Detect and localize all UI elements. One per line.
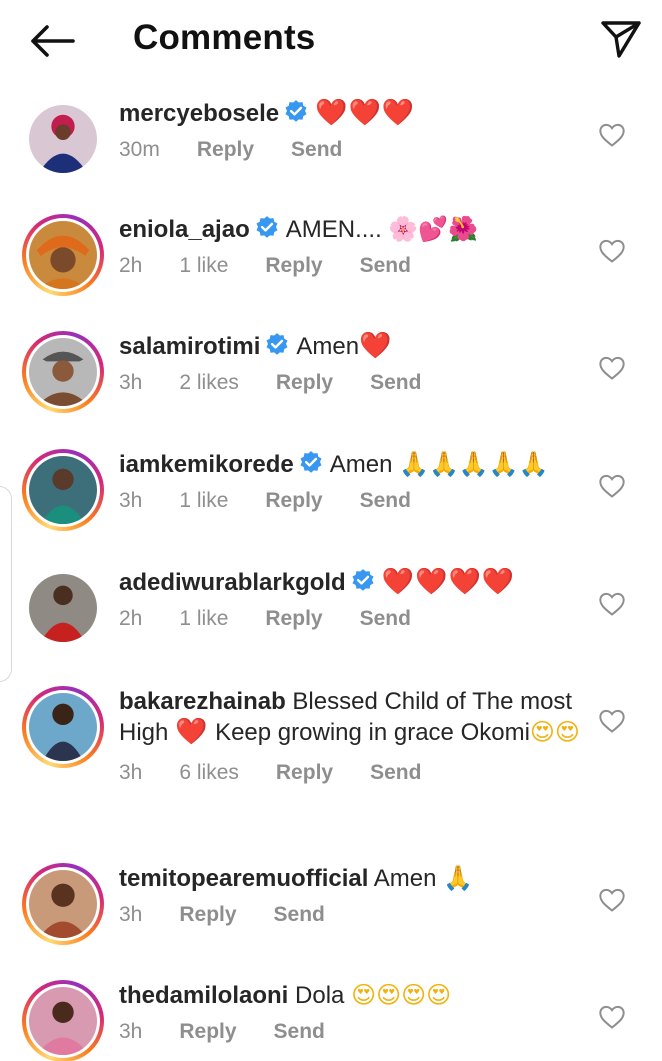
reply-button[interactable]: Reply xyxy=(276,761,333,785)
comment-body-continued: Keep growing in grace Okomi xyxy=(215,719,530,746)
send-button[interactable]: Send xyxy=(360,607,411,631)
comments-screen: Comments mercyebosele ❤️❤️❤️ 30m Reply Se… xyxy=(0,0,662,1061)
avatar[interactable] xyxy=(22,214,104,296)
comment-meta: 3h 6 likes Reply Send xyxy=(119,761,592,785)
reply-button[interactable]: Reply xyxy=(265,607,322,631)
comment-likes[interactable]: 1 like xyxy=(179,489,228,513)
send-button[interactable]: Send xyxy=(360,489,411,513)
comment-text: bakarezhainab Blessed Child of The most … xyxy=(119,686,592,748)
reply-button[interactable]: Reply xyxy=(276,371,333,395)
comment-text: iamkemikorede Amen 🙏🙏🙏🙏🙏 xyxy=(119,449,592,480)
comment-meta: 3h Reply Send xyxy=(119,903,592,927)
share-button[interactable] xyxy=(598,16,644,62)
heart-outline-icon[interactable] xyxy=(598,1004,626,1030)
comment-time: 3h xyxy=(119,371,143,394)
comment-body: Amen xyxy=(296,333,360,360)
comment-username[interactable]: thedamilolaoni xyxy=(119,982,288,1009)
verified-badge-icon xyxy=(285,100,307,122)
comment-username[interactable]: mercyebosele xyxy=(119,100,279,127)
send-button[interactable]: Send xyxy=(291,138,342,162)
verified-badge-icon xyxy=(266,333,288,355)
verified-badge-icon xyxy=(352,569,374,591)
comment-emoji: ❤️❤️❤️ xyxy=(315,98,416,128)
avatar[interactable] xyxy=(22,331,104,413)
comment-meta: 3h 1 like Reply Send xyxy=(119,489,592,513)
comment-meta: 2h 1 like Reply Send xyxy=(119,254,592,278)
reply-button[interactable]: Reply xyxy=(265,489,322,513)
comment-time: 3h xyxy=(119,903,143,926)
top-bar: Comments xyxy=(0,0,662,80)
comment-time: 3h xyxy=(119,1020,143,1043)
comment-text: thedamilolaoni Dola 😍😍😍😍 xyxy=(119,980,592,1011)
heart-outline-icon[interactable] xyxy=(598,708,626,734)
comment-text: adediwurablarkgold ❤️❤️❤️❤️ xyxy=(119,567,592,598)
comment-time: 30m xyxy=(119,138,160,161)
comment-likes[interactable]: 2 likes xyxy=(179,371,239,395)
comment-text: salamirotimi Amen❤️ xyxy=(119,331,592,362)
page-title: Comments xyxy=(133,18,316,57)
comment-body: Amen xyxy=(373,865,437,892)
avatar[interactable] xyxy=(22,449,104,531)
comment-likes[interactable]: 6 likes xyxy=(179,761,239,785)
comment-emoji: ❤️❤️❤️❤️ xyxy=(381,567,516,597)
comment-username[interactable]: eniola_ajao xyxy=(119,216,250,243)
comment-meta: 3h Reply Send xyxy=(119,1020,592,1044)
comment-time: 3h xyxy=(119,761,143,784)
reply-button[interactable]: Reply xyxy=(179,903,236,927)
send-button[interactable]: Send xyxy=(360,254,411,278)
comment-time: 2h xyxy=(119,607,143,630)
comment-body: AMEN.... xyxy=(285,216,382,243)
comment-emoji: 🌸💕🌺 xyxy=(388,215,479,243)
comment-emoji: ❤️ xyxy=(359,331,393,361)
send-button[interactable]: Send xyxy=(274,903,325,927)
heart-outline-icon[interactable] xyxy=(598,473,626,499)
comment-likes[interactable]: 1 like xyxy=(179,254,228,278)
reply-button[interactable]: Reply xyxy=(197,138,254,162)
comment-emoji: 😍😍😍😍 xyxy=(351,981,452,1009)
comment-time: 2h xyxy=(119,254,143,277)
heart-outline-icon[interactable] xyxy=(598,591,626,617)
avatar[interactable] xyxy=(22,863,104,945)
comment-username[interactable]: temitopearemuofficial xyxy=(119,865,368,892)
arrow-left-icon xyxy=(31,25,75,57)
comment-time: 3h xyxy=(119,489,143,512)
comment-username[interactable]: bakarezhainab xyxy=(119,688,286,715)
reply-button[interactable]: Reply xyxy=(265,254,322,278)
heart-outline-icon[interactable] xyxy=(598,238,626,264)
comment-emoji: ❤️ xyxy=(175,717,209,747)
comment-emoji: 🙏🙏🙏🙏🙏 xyxy=(399,450,549,478)
send-button[interactable]: Send xyxy=(370,761,421,785)
reply-button[interactable]: Reply xyxy=(179,1020,236,1044)
avatar[interactable] xyxy=(22,686,104,768)
avatar[interactable] xyxy=(22,98,104,180)
comment-emoji-end: 😍😍 xyxy=(529,718,580,746)
send-button[interactable]: Send xyxy=(274,1020,325,1044)
comment-body: Amen xyxy=(329,451,393,478)
comment-emoji: 🙏 xyxy=(443,864,473,892)
comment-meta: 2h 1 like Reply Send xyxy=(119,607,592,631)
comment-username[interactable]: iamkemikorede xyxy=(119,451,294,478)
comment-likes[interactable]: 1 like xyxy=(179,607,228,631)
paper-plane-icon xyxy=(601,21,641,58)
heart-outline-icon[interactable] xyxy=(598,122,626,148)
comment-text: mercyebosele ❤️❤️❤️ xyxy=(119,98,592,129)
avatar[interactable] xyxy=(22,980,104,1061)
comment-meta: 3h 2 likes Reply Send xyxy=(119,371,592,395)
send-button[interactable]: Send xyxy=(370,371,421,395)
heart-outline-icon[interactable] xyxy=(598,355,626,381)
verified-badge-icon xyxy=(300,451,322,473)
comment-meta: 30m Reply Send xyxy=(119,138,592,162)
avatar[interactable] xyxy=(22,567,104,649)
heart-outline-icon[interactable] xyxy=(598,887,626,913)
comment-text: eniola_ajao AMEN.... 🌸💕🌺 xyxy=(119,214,592,245)
verified-badge-icon xyxy=(256,216,278,238)
comment-body: Dola xyxy=(295,982,345,1009)
edge-scroll-handle[interactable] xyxy=(0,486,12,682)
comment-username[interactable]: salamirotimi xyxy=(119,333,260,360)
comment-text: temitopearemuofficial Amen 🙏 xyxy=(119,863,592,894)
comment-username[interactable]: adediwurablarkgold xyxy=(119,569,346,596)
back-button[interactable] xyxy=(26,18,78,64)
